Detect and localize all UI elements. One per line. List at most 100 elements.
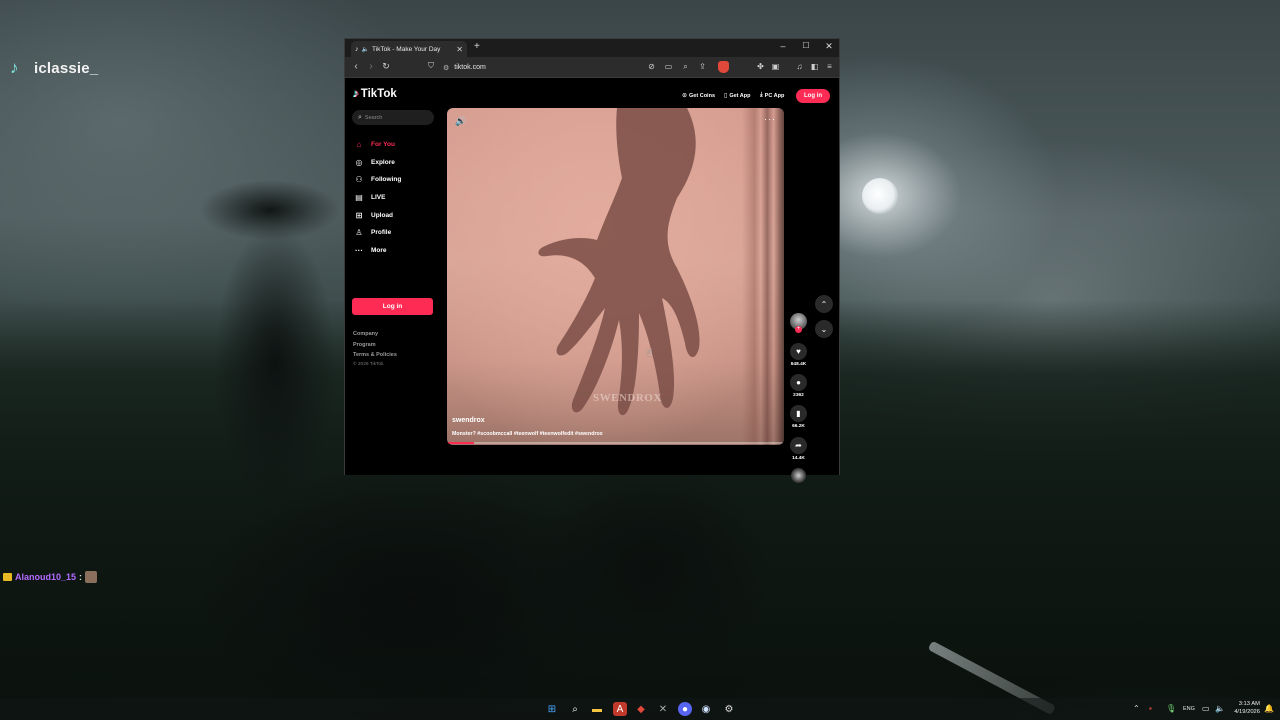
streamer-name: iclassie_ bbox=[34, 59, 99, 77]
video-player[interactable]: 🔊 ··· SWENDROX swendrox Monster? #scoobm… bbox=[447, 108, 784, 445]
sidebar-item-for-you[interactable]: ⌂ For You bbox=[354, 138, 395, 150]
sidebar-item-profile[interactable]: ♙ Profile bbox=[354, 226, 391, 238]
video-caption[interactable]: Monster? #scoobmccall #teenwolf #teenwol… bbox=[452, 431, 603, 437]
get-coins-label: Get Coins bbox=[689, 92, 716, 99]
sidebar-item-label: Explore bbox=[371, 158, 395, 166]
zoom-icon[interactable]: ⌕ bbox=[680, 62, 691, 72]
bookmark-icon[interactable]: ⛉ bbox=[425, 61, 437, 71]
language-indicator[interactable]: ENG bbox=[1183, 706, 1195, 712]
tray-chevron-up-icon[interactable]: ⌃ bbox=[1133, 704, 1140, 713]
cast-icon[interactable]: ▭ bbox=[663, 62, 674, 71]
clock-time: 3:13 AM bbox=[1238, 701, 1260, 707]
xbox-icon[interactable]: ✕ bbox=[656, 702, 670, 716]
steam-icon[interactable]: ◉ bbox=[699, 702, 713, 716]
discord-icon[interactable]: ● bbox=[678, 702, 692, 716]
video-progress-bar[interactable] bbox=[447, 442, 784, 444]
sound-disc[interactable] bbox=[791, 468, 806, 483]
tiktok-logo[interactable]: ♪ TikTok bbox=[353, 88, 397, 100]
sidebar-item-label: For You bbox=[371, 140, 395, 148]
video-watermark: SWENDROX bbox=[593, 392, 662, 404]
tiktok-wordmark: TikTok bbox=[360, 88, 397, 100]
system-clock[interactable]: 3:13 AM 4/19/2026 bbox=[1230, 700, 1260, 716]
sidebar-item-live[interactable]: ▤ LIVE bbox=[354, 191, 385, 203]
settings-gear-icon[interactable]: ⚙ bbox=[722, 702, 736, 716]
notification-bell-icon[interactable]: 🔔 bbox=[1264, 704, 1274, 713]
site-info-icon[interactable]: ⚙ bbox=[443, 64, 449, 72]
live-icon: ▤ bbox=[355, 192, 363, 202]
speaker-icon[interactable]: 🔈 bbox=[362, 46, 369, 53]
video-username[interactable]: swendrox bbox=[452, 417, 485, 424]
sidebar-icon[interactable]: ◧ bbox=[809, 62, 820, 71]
forward-icon[interactable]: › bbox=[365, 61, 377, 72]
reload-icon[interactable]: ↻ bbox=[380, 61, 392, 72]
new-tab-plus-icon[interactable]: + bbox=[474, 41, 480, 52]
comment-button[interactable]: ● bbox=[790, 374, 807, 391]
menu-icon[interactable]: ≡ bbox=[824, 62, 835, 71]
pc-app-link[interactable]: ⤓ PC App bbox=[760, 92, 784, 99]
sidebar-login-button[interactable]: Log in bbox=[352, 298, 433, 315]
search-input[interactable]: ⌕ Search bbox=[352, 110, 434, 125]
sidebar-item-label: Profile bbox=[371, 228, 392, 236]
save-button[interactable]: ▮ bbox=[790, 405, 807, 422]
search-icon: ⌕ bbox=[358, 113, 362, 121]
media-controls-icon[interactable]: ♫ bbox=[794, 62, 805, 71]
sidebar-item-label: More bbox=[371, 246, 387, 254]
next-video-button[interactable]: ⌄ bbox=[815, 320, 833, 338]
video-progress-fill bbox=[447, 442, 474, 444]
adobe-icon[interactable]: A bbox=[613, 702, 627, 716]
profile-icon: ♙ bbox=[355, 227, 363, 237]
url-text[interactable]: tiktok.com bbox=[454, 64, 486, 71]
microphone-icon[interactable]: 🎙 bbox=[1166, 704, 1176, 713]
header-login-button[interactable]: Log in bbox=[796, 89, 830, 103]
chat-message: Alanoud10_15 : bbox=[3, 570, 98, 584]
sidebar-item-upload[interactable]: ⊞ Upload bbox=[354, 209, 393, 221]
media-off-icon[interactable]: ⊘ bbox=[646, 62, 657, 71]
minimize-icon[interactable]: – bbox=[776, 41, 790, 51]
upload-icon: ⊞ bbox=[355, 210, 363, 220]
like-button[interactable]: ♥ bbox=[790, 343, 807, 360]
chat-emote-icon bbox=[85, 571, 98, 583]
get-coins-link[interactable]: ⊙ Get Coins bbox=[682, 92, 716, 100]
tiktok-logo-icon: ♪ bbox=[10, 58, 19, 77]
follow-plus-icon[interactable]: + bbox=[795, 326, 802, 333]
extensions-icon[interactable]: ✤ bbox=[755, 62, 766, 71]
taskbar: ⊞ ⌕ ▬ A ◆ ✕ ● ◉ ⚙ ⌃ ▪ 🎙 ENG ▭ 🔈 3:13 AM … bbox=[0, 698, 1280, 720]
sidebar-item-explore[interactable]: ◎ Explore bbox=[354, 156, 395, 168]
get-app-link[interactable]: ▯ Get App bbox=[724, 92, 751, 100]
previous-video-button[interactable]: ⌃ bbox=[815, 295, 833, 313]
volume-icon[interactable]: 🔈 bbox=[1215, 704, 1225, 713]
tiktok-favicon-icon: ♪ bbox=[355, 45, 359, 53]
sidebar-item-more[interactable]: ··· More bbox=[354, 244, 387, 256]
tab-tiktok[interactable]: ♪ 🔈 TikTok - Make Your Day ✕ bbox=[351, 41, 467, 57]
footer-program-link[interactable]: Program bbox=[353, 342, 376, 348]
brave-shield-icon[interactable] bbox=[718, 61, 729, 73]
share-icon[interactable]: ⇪ bbox=[697, 62, 708, 71]
footer-terms-link[interactable]: Terms & Policies bbox=[353, 352, 397, 358]
maximize-icon[interactable]: ☐ bbox=[799, 41, 813, 50]
address-bar: ‹ › ↻ ⛉ ⚙ tiktok.com ⊘ ▭ ⌕ ⇪ ✤ ▣ ♫ ◧ ≡ bbox=[345, 57, 839, 78]
tab-title: TikTok - Make Your Day bbox=[371, 45, 441, 53]
tab-close-icon[interactable]: ✕ bbox=[456, 45, 463, 54]
volume-icon[interactable]: 🔊 bbox=[455, 116, 466, 127]
windows-start-icon[interactable]: ⊞ bbox=[545, 702, 559, 716]
comment-icon: ● bbox=[796, 378, 801, 387]
browser-window: ♪ 🔈 TikTok - Make Your Day ✕ + – ☐ ✕ ‹ ›… bbox=[344, 38, 840, 483]
chat-separator: : bbox=[79, 572, 83, 582]
coin-icon: ⊙ bbox=[682, 93, 688, 99]
brave-browser-icon[interactable]: ◆ bbox=[634, 702, 648, 716]
search-icon[interactable]: ⌕ bbox=[568, 702, 582, 716]
window-close-icon[interactable]: ✕ bbox=[822, 41, 836, 52]
back-icon[interactable]: ‹ bbox=[350, 61, 362, 72]
copyright-text: © 2026 TikTok bbox=[353, 362, 384, 367]
sidebar-item-following[interactable]: ⚇ Following bbox=[354, 173, 401, 185]
footer-company-link[interactable]: Company bbox=[353, 331, 378, 337]
network-icon[interactable]: ▭ bbox=[1202, 704, 1210, 713]
wallet-icon[interactable]: ▣ bbox=[770, 62, 781, 71]
door-frame-edge bbox=[742, 108, 784, 445]
crown-badge-icon bbox=[3, 573, 12, 581]
tray-app-icon[interactable]: ▪ bbox=[1149, 704, 1152, 713]
share-button[interactable]: ➦ bbox=[790, 437, 807, 454]
comment-count: 2362 bbox=[793, 393, 804, 398]
more-options-icon[interactable]: ··· bbox=[764, 114, 776, 124]
file-explorer-icon[interactable]: ▬ bbox=[590, 702, 604, 716]
